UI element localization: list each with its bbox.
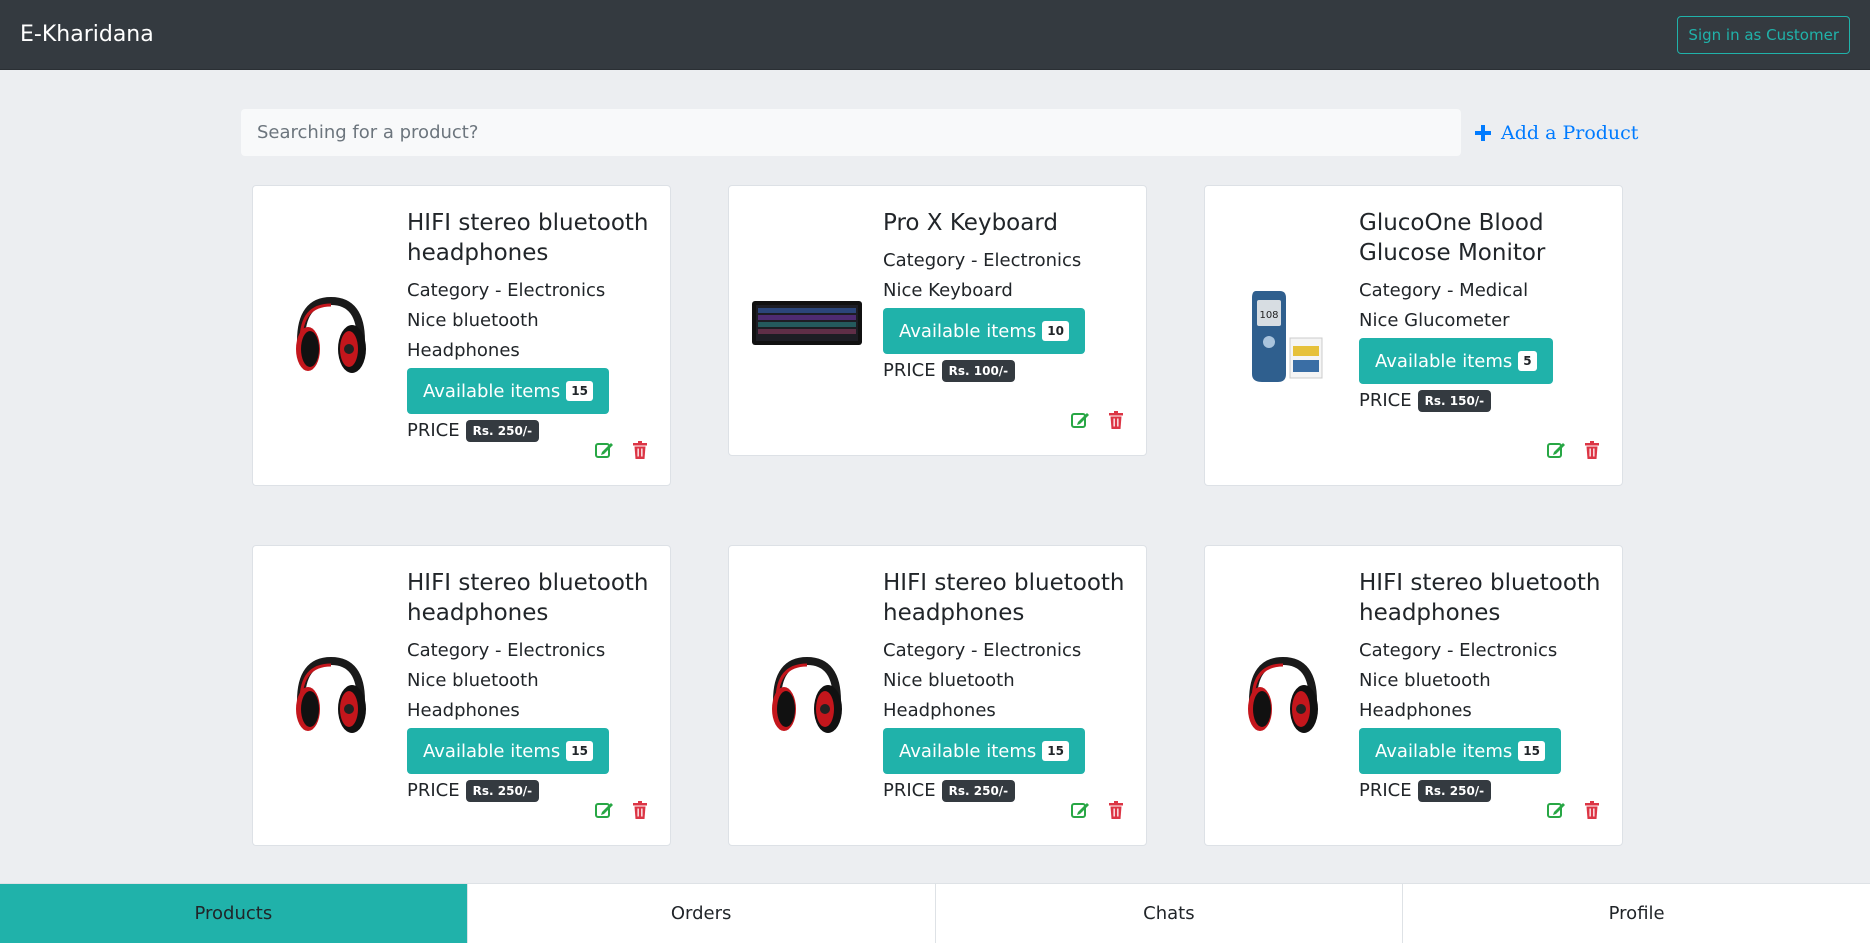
- product-card: HIFI stereo bluetooth headphones Categor…: [728, 545, 1147, 846]
- price-label: PRICE: [1359, 780, 1412, 801]
- headphones-image: [1223, 646, 1343, 746]
- product-category: Category - Electronics: [883, 250, 1082, 271]
- product-description: Nice bluetooth Headphones: [883, 670, 1015, 721]
- available-items-button[interactable]: Available items 15: [1359, 728, 1561, 774]
- product-title: HIFI stereo bluetooth headphones: [407, 210, 649, 266]
- available-count-badge: 5: [1518, 351, 1537, 371]
- bottom-navigation: Products Orders Chats Profile: [0, 883, 1870, 943]
- price-row: PRICE Rs. 100/-: [883, 356, 1133, 386]
- price-label: PRICE: [883, 780, 936, 801]
- price-badge: Rs. 150/-: [1417, 390, 1492, 412]
- top-navbar: E-Kharidana Sign in as Customer: [0, 0, 1870, 70]
- product-description: Nice Keyboard: [883, 280, 1013, 301]
- card-actions: [1070, 800, 1126, 820]
- edit-icon[interactable]: [1546, 800, 1566, 820]
- delete-icon[interactable]: [1106, 800, 1126, 820]
- edit-icon[interactable]: [594, 440, 614, 460]
- price-label: PRICE: [1359, 390, 1412, 411]
- edit-icon[interactable]: [1070, 800, 1090, 820]
- available-items-button[interactable]: Available items 15: [883, 728, 1085, 774]
- plus-icon: [1475, 125, 1491, 141]
- headphones-image: [271, 286, 391, 386]
- available-items-label: Available items: [899, 320, 1037, 342]
- product-info: HIFI stereo bluetooth headphones Categor…: [407, 568, 657, 806]
- product-description: Nice bluetooth Headphones: [407, 310, 539, 361]
- available-items-button[interactable]: Available items 10: [883, 308, 1085, 354]
- card-actions: [1070, 410, 1126, 430]
- tab-chats[interactable]: Chats: [936, 884, 1404, 943]
- sign-in-customer-button[interactable]: Sign in as Customer: [1677, 15, 1850, 54]
- product-card: HIFI stereo bluetooth headphones Categor…: [1204, 545, 1623, 846]
- product-category: Category - Electronics: [1359, 640, 1558, 661]
- available-items-label: Available items: [423, 380, 561, 402]
- available-items-label: Available items: [423, 740, 561, 762]
- product-description: Nice bluetooth Headphones: [1359, 670, 1491, 721]
- search-input[interactable]: Searching for a product?: [241, 109, 1461, 156]
- tab-profile[interactable]: Profile: [1403, 884, 1870, 943]
- available-items-button[interactable]: Available items 15: [407, 728, 609, 774]
- available-items-label: Available items: [1375, 350, 1513, 372]
- available-items-button[interactable]: Available items 5: [1359, 338, 1553, 384]
- available-count-badge: 15: [1518, 741, 1545, 761]
- product-title: GlucoOne Blood Glucose Monitor: [1359, 210, 1546, 266]
- product-title: HIFI stereo bluetooth headphones: [407, 570, 649, 626]
- svg-text:108: 108: [1259, 310, 1278, 321]
- product-info: HIFI stereo bluetooth headphones Categor…: [407, 208, 657, 446]
- tab-products[interactable]: Products: [0, 884, 468, 943]
- product-category: Category - Medical: [1359, 280, 1529, 301]
- card-actions: [1546, 800, 1602, 820]
- tab-orders[interactable]: Orders: [468, 884, 936, 943]
- available-items-label: Available items: [1375, 740, 1513, 762]
- product-card: 108 GlucoOne Blood Glucose Monitor Categ…: [1204, 185, 1623, 486]
- available-count-badge: 15: [566, 741, 593, 761]
- product-category: Category - Electronics: [883, 640, 1082, 661]
- price-badge: Rs. 100/-: [941, 360, 1016, 382]
- headphones-image: [747, 646, 867, 746]
- product-title: HIFI stereo bluetooth headphones: [1359, 570, 1601, 626]
- available-items-label: Available items: [899, 740, 1037, 762]
- product-info: HIFI stereo bluetooth headphones Categor…: [883, 568, 1133, 806]
- delete-icon[interactable]: [630, 440, 650, 460]
- product-description: Nice bluetooth Headphones: [407, 670, 539, 721]
- available-count-badge: 15: [566, 381, 593, 401]
- brand-logo[interactable]: E-Kharidana: [20, 22, 154, 47]
- product-card: HIFI stereo bluetooth headphones Categor…: [252, 545, 671, 846]
- product-title: Pro X Keyboard: [883, 210, 1058, 236]
- edit-icon[interactable]: [1546, 440, 1566, 460]
- product-description: Nice Glucometer: [1359, 310, 1510, 331]
- available-items-button[interactable]: Available items 15: [407, 368, 609, 414]
- product-category: Category - Electronics: [407, 280, 606, 301]
- glucometer-image: 108: [1223, 286, 1343, 386]
- price-badge: Rs. 250/-: [941, 780, 1016, 802]
- price-badge: Rs. 250/-: [1417, 780, 1492, 802]
- product-category: Category - Electronics: [407, 640, 606, 661]
- price-label: PRICE: [407, 420, 460, 441]
- price-badge: Rs. 250/-: [465, 420, 540, 442]
- product-info: GlucoOne Blood Glucose Monitor Category …: [1359, 208, 1609, 416]
- available-count-badge: 15: [1042, 741, 1069, 761]
- delete-icon[interactable]: [1582, 800, 1602, 820]
- card-actions: [594, 440, 650, 460]
- add-product-label: Add a Product: [1501, 122, 1639, 144]
- product-card: HIFI stereo bluetooth headphones Categor…: [252, 185, 671, 486]
- price-label: PRICE: [883, 360, 936, 381]
- edit-icon[interactable]: [1070, 410, 1090, 430]
- delete-icon[interactable]: [1106, 410, 1126, 430]
- available-count-badge: 10: [1042, 321, 1069, 341]
- card-actions: [594, 800, 650, 820]
- product-info: HIFI stereo bluetooth headphones Categor…: [1359, 568, 1609, 806]
- product-title: HIFI stereo bluetooth headphones: [883, 570, 1125, 626]
- edit-icon[interactable]: [594, 800, 614, 820]
- price-badge: Rs. 250/-: [465, 780, 540, 802]
- product-card: Pro X Keyboard Category - Electronics Ni…: [728, 185, 1147, 456]
- product-info: Pro X Keyboard Category - Electronics Ni…: [883, 208, 1133, 386]
- headphones-image: [271, 646, 391, 746]
- keyboard-image: [747, 273, 867, 373]
- add-product-link[interactable]: Add a Product: [1475, 118, 1638, 148]
- price-row: PRICE Rs. 150/-: [1359, 386, 1609, 416]
- card-actions: [1546, 440, 1602, 460]
- price-label: PRICE: [407, 780, 460, 801]
- delete-icon[interactable]: [630, 800, 650, 820]
- delete-icon[interactable]: [1582, 440, 1602, 460]
